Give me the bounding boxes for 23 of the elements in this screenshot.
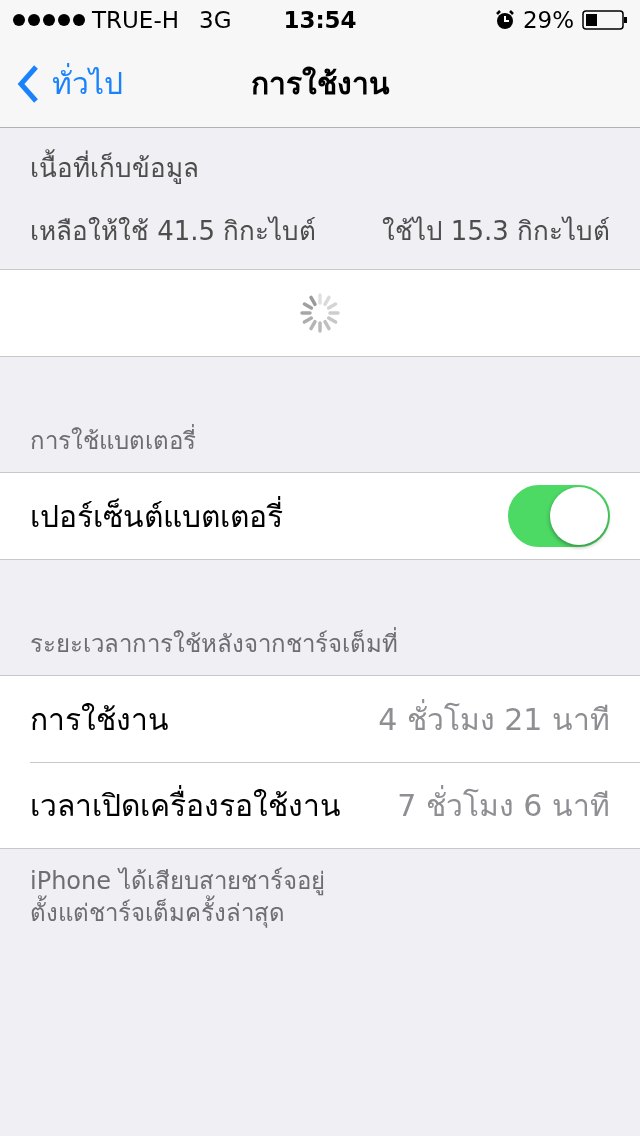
available-storage: เหลือให้ใช้ 41.5 กิกะไบต์ — [30, 214, 317, 248]
section-header: ระยะเวลาการใช้หลังจากชาร์จเต็มที่ — [0, 560, 640, 675]
row-label: เปอร์เซ็นต์แบตเตอรี่ — [30, 495, 283, 536]
carrier-name: TRUE-H — [92, 7, 179, 33]
section-header: เนื้อที่เก็บข้อมูล — [30, 146, 610, 188]
battery-percentage: 29% — [522, 7, 574, 33]
clock-time: 13:54 — [283, 7, 357, 33]
signal-icon — [12, 13, 86, 27]
section-header: การใช้แบตเตอรี่ — [0, 357, 640, 472]
footer-note: iPhone ได้เสียบสายชาร์จอยู่ — [30, 866, 326, 896]
row-label: การใช้งาน — [30, 700, 169, 739]
chevron-left-icon — [16, 63, 40, 104]
toggle-switch[interactable] — [508, 485, 610, 547]
row-label: เวลาเปิดเครื่องรอใช้งาน — [30, 784, 341, 825]
back-button[interactable]: ทั่วไป — [0, 60, 123, 107]
row-value: 4 ชั่วโมง 21 นาที — [378, 698, 610, 739]
footer-note: ตั้งแต่ชาร์จเต็มครั้งล่าสุด — [30, 897, 610, 930]
used-storage: ใช้ไป 15.3 กิกะไบต์ — [381, 214, 610, 248]
page-title: การใช้งาน — [250, 65, 390, 103]
network-type: 3G — [199, 7, 232, 33]
row-value: 7 ชั่วโมง 6 นาที — [397, 784, 610, 825]
alarm-clock-icon — [494, 10, 515, 30]
battery-icon — [582, 10, 628, 30]
